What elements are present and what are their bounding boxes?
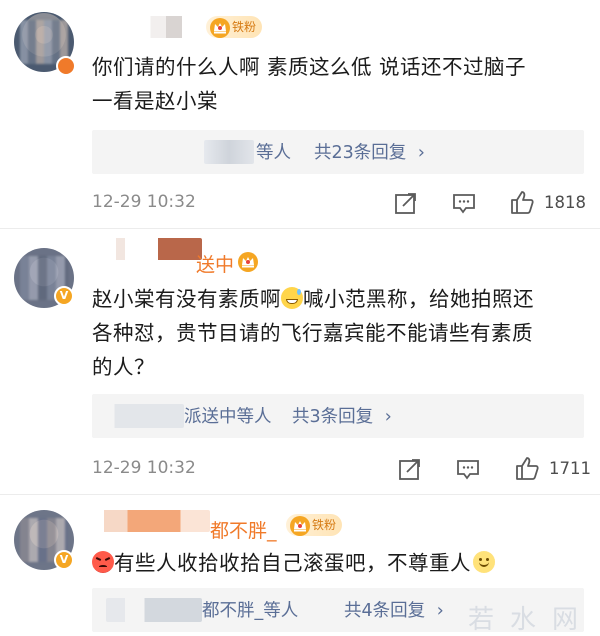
comment-1: 铁粉 你们请的什么人啊 素质这么低 说话还不过脑子 一看是赵小棠 等人 共23条… [0,0,600,225]
username-blurred[interactable] [92,16,198,38]
comment-text-line: 的人？ [92,355,155,379]
comment-text: 有些人收拾收拾自己滚蛋吧，不尊重人 [92,546,495,580]
comment-icon[interactable] [455,456,481,482]
like-icon[interactable] [514,455,540,481]
verified-badge-icon: V [54,286,74,306]
comment-time: 12-29 10:32 [92,192,196,212]
angry-emoji-icon [92,551,114,573]
reply-count: 共3条回复 [292,407,374,427]
comment-text-line: 赵小棠有没有素质啊 [92,287,281,311]
username-blurred[interactable] [92,238,202,260]
replies-box[interactable]: 等人 共23条回复 › [92,130,584,174]
grin-sweat-emoji-icon [281,287,303,309]
comment-text-line: 你们请的什么人啊 素质这么低 说话还不过脑子 [92,55,527,79]
reply-count-link[interactable]: 共3条回复 › [292,403,392,428]
chevron-right-icon: › [384,407,392,427]
reply-count: 共4条回复 [344,601,426,621]
comment-text: 赵小棠有没有素质啊 喊小范黑称，给她拍照还 各种怼，贵节目请的飞行嘉宾能不能请些有… [92,282,534,384]
comment-time: 12-29 10:32 [92,458,196,478]
crown-icon [238,252,258,272]
reply-count-link[interactable]: 共4条回复 › [344,597,444,622]
watermark: 若水网 [467,605,594,635]
comment-icon[interactable] [451,190,477,216]
badge-label: 铁粉 [312,518,337,532]
fan-badge: 铁粉 [206,16,263,38]
reply-names-blurred [102,404,184,428]
crown-icon [290,516,310,536]
crown-icon [210,18,230,38]
share-icon[interactable] [393,190,419,216]
reply-names: 都不胖_等人 [202,601,299,621]
share-icon[interactable] [397,456,423,482]
comment-text: 你们请的什么人啊 素质这么低 说话还不过脑子 一看是赵小棠 [92,50,526,118]
like-count: 1818 [544,193,586,212]
like-icon[interactable] [509,189,535,215]
comment-2: V 送中 赵小棠有没有素质啊 喊小范黑称，给她拍照还 各种怼，贵节目请的飞行嘉宾能… [0,230,600,492]
chevron-right-icon: › [436,601,444,621]
comment-text-line: 喊小范黑称，给她拍照还 [303,287,534,311]
comment-text-line: 各种怼，贵节目请的飞行嘉宾能不能请些有素质 [92,321,533,345]
verified-badge-icon: V [54,550,74,570]
reply-names: 派送中等人 [184,407,272,427]
chevron-right-icon: › [417,143,425,163]
reply-count: 共23条回复 [314,143,407,163]
reply-count-link[interactable]: 共23条回复 › [314,139,425,164]
divider [0,228,600,229]
verified-badge-icon [56,56,76,76]
like-count: 1711 [549,459,591,478]
comment-text-line: 有些人收拾收拾自己滚蛋吧，不尊重人 [114,551,471,575]
reply-names-blurred [204,140,254,164]
smile-emoji-icon [473,551,495,573]
replies-box[interactable]: 派送中等人 共3条回复 › [92,394,584,438]
username[interactable]: 送中 [196,250,234,277]
reply-names-blurred [106,598,202,622]
reply-names: 等人 [256,143,291,163]
divider [0,494,600,495]
badge-label: 铁粉 [232,20,257,34]
username-blurred[interactable] [92,510,210,532]
fan-badge: 铁粉 [286,514,343,536]
username[interactable]: 都不胖_ [210,516,277,543]
comment-text-line: 一看是赵小棠 [92,89,218,113]
